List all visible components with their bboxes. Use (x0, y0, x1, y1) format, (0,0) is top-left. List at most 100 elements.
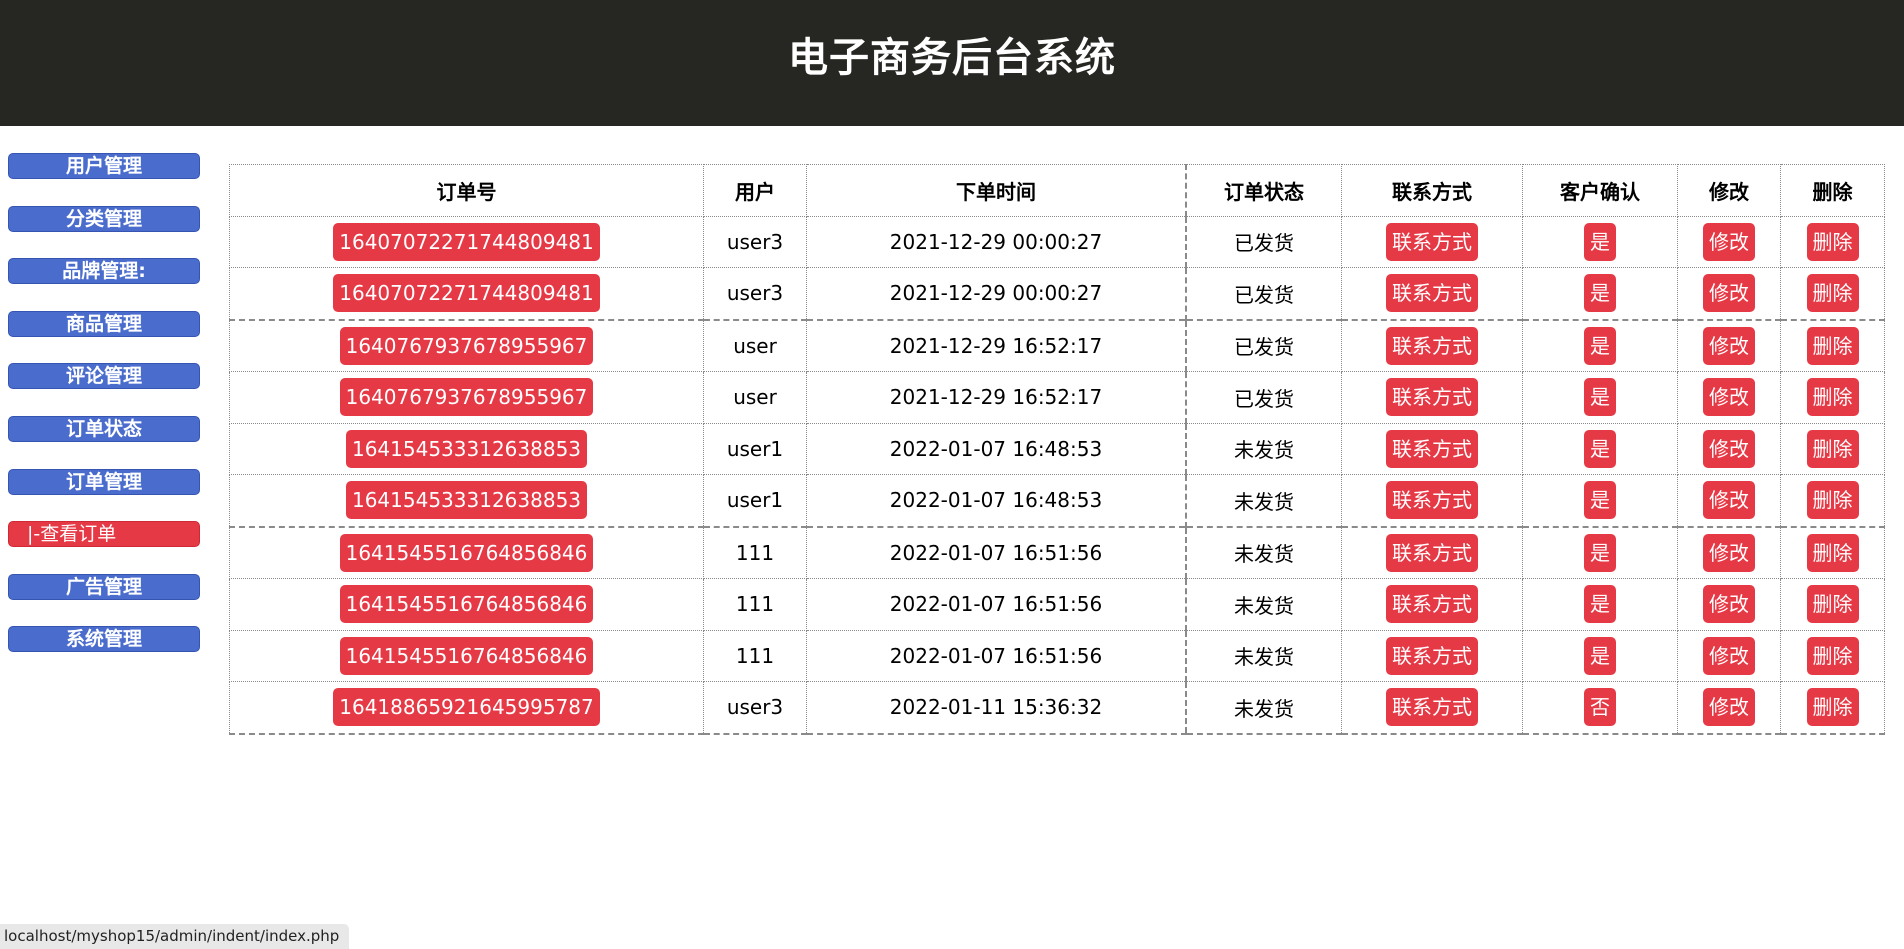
cell-delete: 删除 (1780, 371, 1885, 424)
table-row: 1641545516764856846 111 2022-01-07 16:51:5… (229, 629, 1885, 682)
cell-contact: 联系方式 (1341, 629, 1523, 682)
cell-edit: 修改 (1677, 629, 1781, 682)
table-row: 16407072271744809481 user3 2021-12-29 00:0… (229, 215, 1885, 268)
order-number-button[interactable]: 16418865921645995787 (333, 688, 600, 727)
cell-edit: 修改 (1677, 474, 1781, 527)
edit-button[interactable]: 修改 (1703, 585, 1755, 624)
contact-button[interactable]: 联系方式 (1386, 636, 1478, 675)
order-number-button[interactable]: 1641545516764856846 (339, 585, 594, 624)
cell-contact: 联系方式 (1341, 578, 1523, 631)
sidebar-item-user-management[interactable]: 用户管理 (8, 153, 200, 179)
delete-button[interactable]: 删除 (1806, 429, 1859, 468)
table-row: 16407072271744809481 user3 2021-12-29 00:0… (229, 267, 1885, 320)
cell-order-time: 2021-12-29 16:52:17 (806, 371, 1187, 424)
order-number-button[interactable]: 1641545516764856846 (339, 533, 594, 572)
cell-customer-confirm: 是 (1522, 215, 1678, 268)
confirm-button[interactable]: 是 (1584, 222, 1616, 261)
cell-order-time: 2022-01-07 16:48:53 (806, 422, 1187, 475)
edit-button[interactable]: 修改 (1703, 636, 1755, 675)
cell-user: user (703, 318, 807, 372)
delete-button[interactable]: 删除 (1806, 326, 1859, 365)
order-number-button[interactable]: 16407072271744809481 (333, 274, 600, 313)
delete-button[interactable]: 删除 (1806, 378, 1859, 417)
cell-delete: 删除 (1780, 578, 1885, 631)
edit-button[interactable]: 修改 (1703, 274, 1755, 313)
edit-button[interactable]: 修改 (1703, 378, 1755, 417)
sidebar-item-category-management[interactable]: 分类管理 (8, 205, 200, 232)
contact-button[interactable]: 联系方式 (1386, 222, 1478, 261)
delete-button[interactable]: 删除 (1806, 274, 1859, 313)
confirm-button[interactable]: 是 (1584, 378, 1616, 417)
confirm-button[interactable]: 否 (1584, 688, 1616, 727)
cell-contact: 联系方式 (1341, 681, 1523, 735)
order-number-button[interactable]: 16407072271744809481 (333, 222, 600, 261)
cell-order-no: 1641545516764856846 (229, 578, 704, 631)
contact-button[interactable]: 联系方式 (1386, 378, 1478, 417)
col-header-user: 用户 (703, 164, 807, 217)
confirm-button[interactable]: 是 (1584, 326, 1616, 365)
order-number-button[interactable]: 164154533312638853 (345, 429, 588, 468)
cell-order-status: 已发货 (1185, 318, 1342, 372)
cell-order-status: 已发货 (1185, 371, 1342, 424)
contact-button[interactable]: 联系方式 (1386, 429, 1478, 468)
confirm-button[interactable]: 是 (1584, 636, 1616, 675)
delete-button[interactable]: 删除 (1806, 222, 1859, 261)
confirm-button[interactable]: 是 (1584, 585, 1616, 624)
cell-order-status: 未发货 (1185, 681, 1342, 735)
edit-button[interactable]: 修改 (1703, 326, 1755, 365)
col-header-customer-confirm: 客户确认 (1522, 164, 1678, 217)
edit-button[interactable]: 修改 (1703, 481, 1755, 520)
page-header: 电子商务后台系统 (0, 0, 1904, 126)
order-number-button[interactable]: 1640767937678955967 (339, 326, 594, 365)
confirm-button[interactable]: 是 (1584, 429, 1616, 468)
table-row: 1641545516764856846 111 2022-01-07 16:51:5… (229, 578, 1885, 631)
cell-order-time: 2021-12-29 16:52:17 (806, 318, 1187, 372)
order-number-button[interactable]: 164154533312638853 (345, 481, 588, 520)
sidebar-item-brand-management[interactable]: 品牌管理: (8, 258, 200, 285)
edit-button[interactable]: 修改 (1703, 429, 1755, 468)
sidebar-item-product-management[interactable]: 商品管理 (8, 310, 200, 337)
col-header-delete: 删除 (1780, 164, 1885, 217)
delete-button[interactable]: 删除 (1806, 688, 1859, 727)
confirm-button[interactable]: 是 (1584, 274, 1616, 313)
contact-button[interactable]: 联系方式 (1386, 533, 1478, 572)
cell-customer-confirm: 是 (1522, 474, 1678, 527)
edit-button[interactable]: 修改 (1703, 533, 1755, 572)
cell-order-no: 1640767937678955967 (229, 371, 704, 424)
cell-user: user3 (703, 215, 807, 268)
cell-user: user (703, 371, 807, 424)
contact-button[interactable]: 联系方式 (1386, 274, 1478, 313)
sidebar-item-comment-management[interactable]: 评论管理 (8, 363, 200, 390)
contact-button[interactable]: 联系方式 (1386, 481, 1478, 520)
cell-contact: 联系方式 (1341, 371, 1523, 424)
cell-order-no: 1641545516764856846 (229, 629, 704, 682)
cell-customer-confirm: 是 (1522, 525, 1678, 579)
order-number-button[interactable]: 1641545516764856846 (339, 636, 594, 675)
table-row: 1640767937678955967 user 2021-12-29 16:52:… (229, 318, 1885, 372)
edit-button[interactable]: 修改 (1703, 222, 1755, 261)
contact-button[interactable]: 联系方式 (1386, 585, 1478, 624)
contact-button[interactable]: 联系方式 (1386, 688, 1478, 727)
confirm-button[interactable]: 是 (1584, 481, 1616, 520)
sidebar-item-order-status[interactable]: 订单状态 (8, 415, 200, 442)
cell-contact: 联系方式 (1341, 525, 1523, 579)
cell-user: 111 (703, 525, 807, 579)
sidebar-item-system-management[interactable]: 系统管理 (8, 626, 200, 653)
delete-button[interactable]: 删除 (1806, 481, 1859, 520)
cell-edit: 修改 (1677, 371, 1781, 424)
order-number-button[interactable]: 1640767937678955967 (339, 378, 594, 417)
cell-delete: 删除 (1780, 525, 1885, 579)
delete-button[interactable]: 删除 (1806, 585, 1859, 624)
cell-order-time: 2022-01-07 16:51:56 (806, 525, 1187, 579)
sidebar-item-ad-management[interactable]: 广告管理 (8, 573, 200, 600)
cell-delete: 删除 (1780, 474, 1885, 527)
confirm-button[interactable]: 是 (1584, 533, 1616, 572)
delete-button[interactable]: 删除 (1806, 533, 1859, 572)
contact-button[interactable]: 联系方式 (1386, 326, 1478, 365)
sidebar-item-order-management[interactable]: 订单管理 (8, 468, 200, 495)
sidebar-item-view-orders[interactable]: |-查看订单 (8, 521, 200, 548)
cell-order-status: 未发货 (1185, 629, 1342, 682)
edit-button[interactable]: 修改 (1703, 688, 1755, 727)
delete-button[interactable]: 删除 (1806, 636, 1859, 675)
cell-edit: 修改 (1677, 215, 1781, 268)
